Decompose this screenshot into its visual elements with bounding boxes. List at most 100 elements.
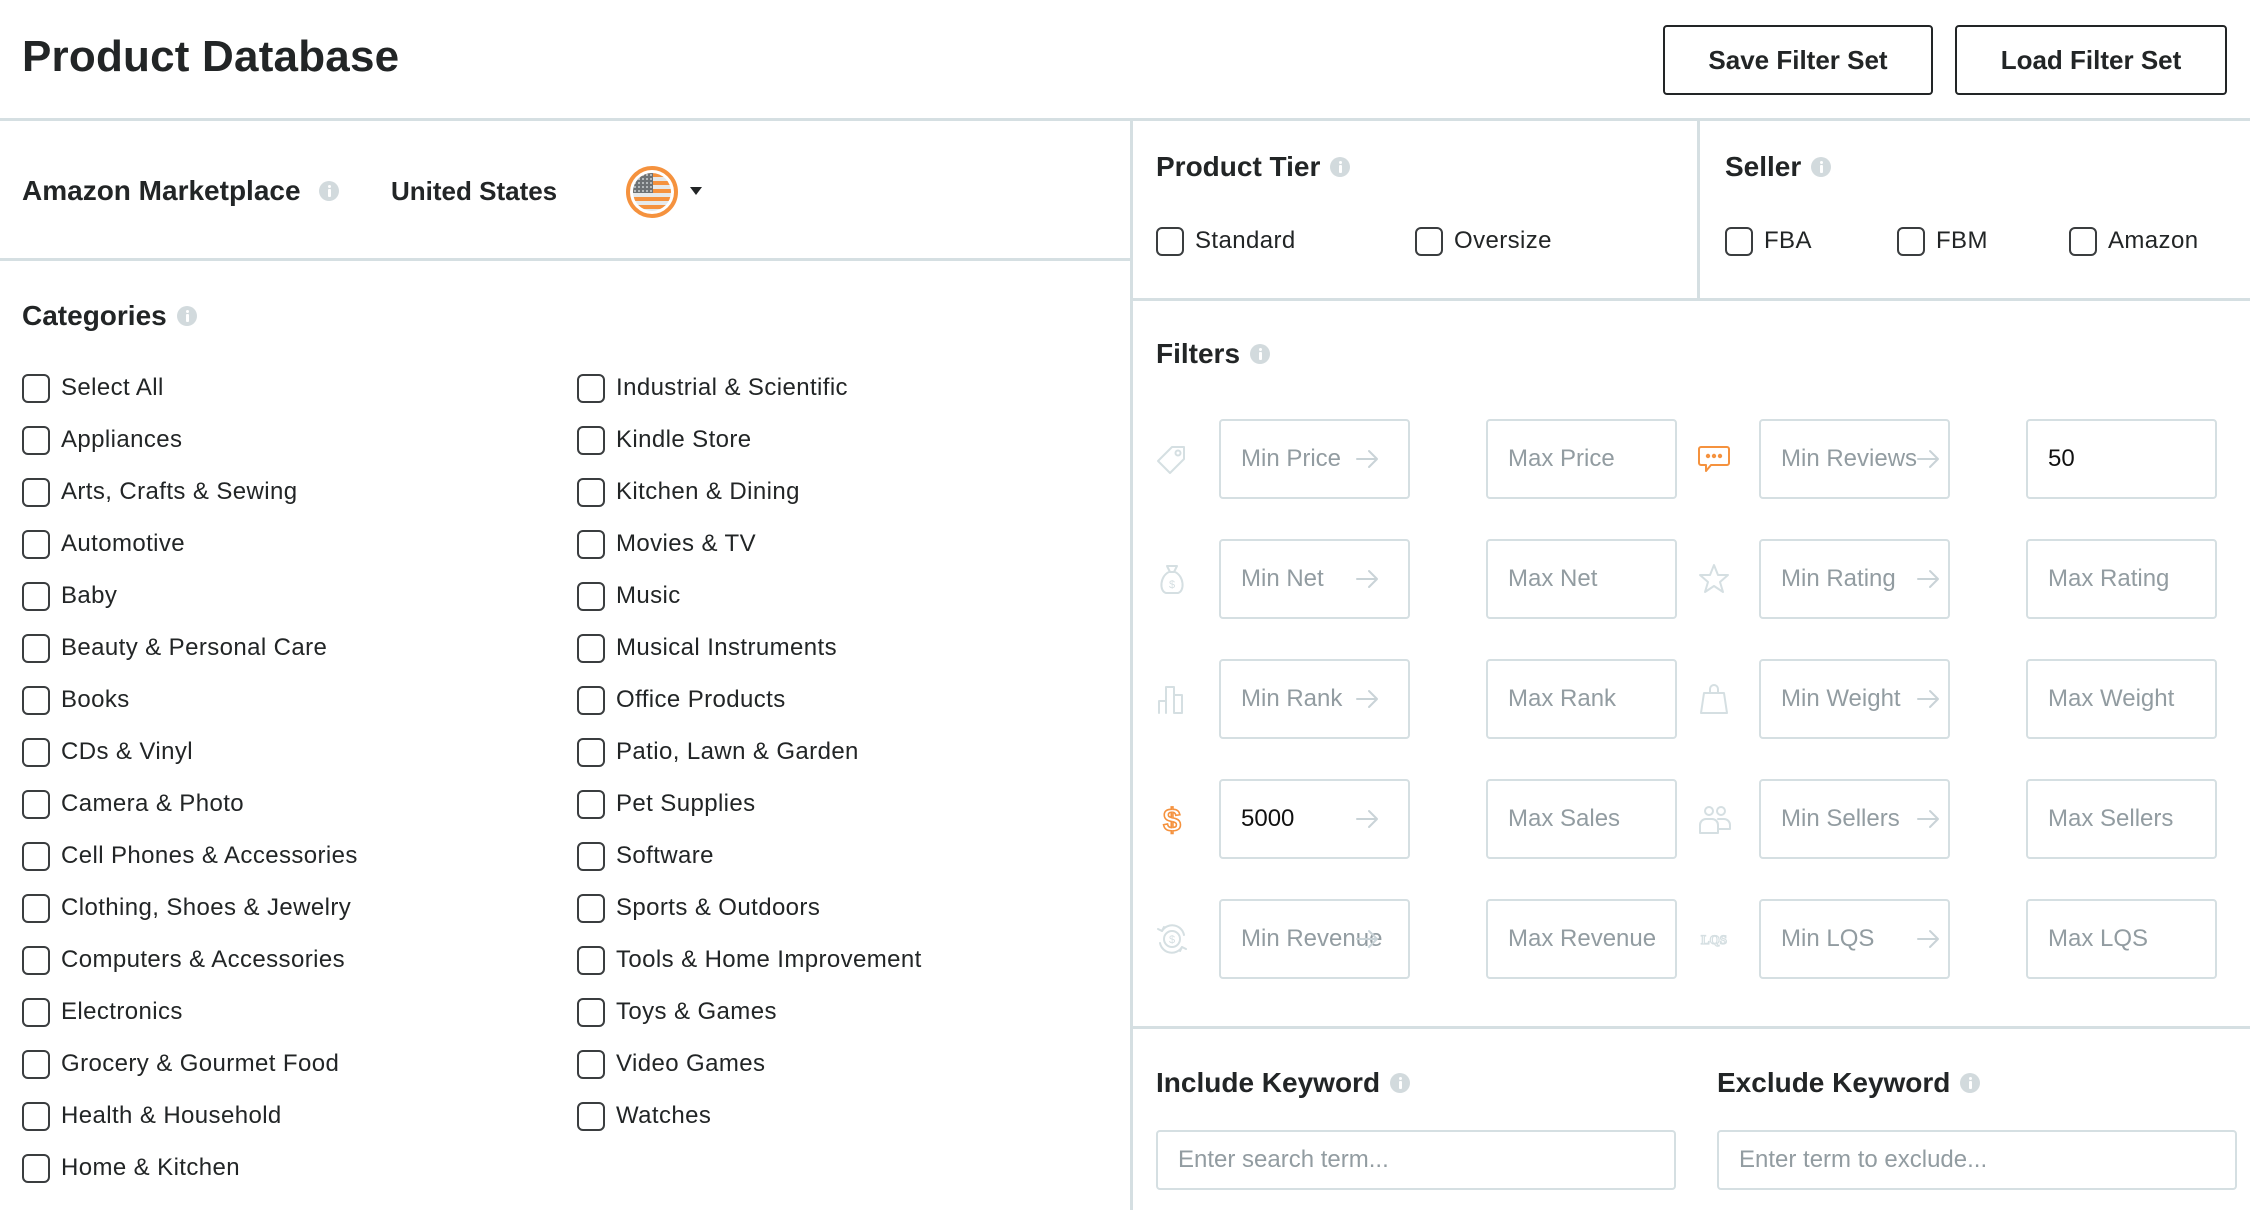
max-weight-input[interactable]	[2026, 659, 2217, 739]
checkbox[interactable]	[2069, 226, 2097, 256]
category-item-camera-photo[interactable]: Camera & Photo	[22, 778, 358, 830]
max-revenue-input[interactable]	[1486, 899, 1677, 979]
max-price-input[interactable]	[1486, 419, 1677, 499]
checkbox[interactable]	[577, 1049, 605, 1079]
category-item-office-products[interactable]: Office Products	[577, 674, 922, 726]
category-item-video-games[interactable]: Video Games	[577, 1038, 922, 1090]
checkbox[interactable]	[22, 1049, 50, 1079]
category-item-computers-accessories[interactable]: Computers & Accessories	[22, 934, 358, 986]
min-revenue-input[interactable]	[1219, 899, 1410, 979]
checkbox[interactable]	[577, 945, 605, 975]
checkbox[interactable]	[22, 841, 50, 871]
checkbox[interactable]	[22, 893, 50, 923]
info-icon[interactable]	[1330, 156, 1351, 177]
max-reviews-input[interactable]	[2026, 419, 2217, 499]
min-price-input[interactable]	[1219, 419, 1410, 499]
category-item-beauty-personal-care[interactable]: Beauty & Personal Care	[22, 622, 358, 674]
checkbox[interactable]	[22, 529, 50, 559]
checkbox[interactable]	[22, 1101, 50, 1131]
checkbox[interactable]	[577, 737, 605, 767]
info-icon[interactable]	[1811, 156, 1832, 177]
checkbox[interactable]	[577, 477, 605, 507]
checkbox[interactable]	[577, 373, 605, 403]
checkbox[interactable]	[577, 685, 605, 715]
checkbox[interactable]	[22, 581, 50, 611]
max-sales-input[interactable]	[1486, 779, 1677, 859]
checkbox[interactable]	[22, 373, 50, 403]
category-item-tools-home-improvement[interactable]: Tools & Home Improvement	[577, 934, 922, 986]
info-icon[interactable]	[1250, 343, 1271, 364]
category-item-automotive[interactable]: Automotive	[22, 518, 358, 570]
category-item-appliances[interactable]: Appliances	[22, 414, 358, 466]
marketplace-dropdown[interactable]	[624, 161, 704, 221]
max-net-input[interactable]	[1486, 539, 1677, 619]
min-sales-input[interactable]	[1219, 779, 1410, 859]
category-item-industrial-scientific[interactable]: Industrial & Scientific	[577, 362, 922, 414]
checkbox[interactable]	[577, 893, 605, 923]
checkbox[interactable]	[22, 425, 50, 455]
max-sellers-input[interactable]	[2026, 779, 2217, 859]
checkbox[interactable]	[22, 737, 50, 767]
checkbox[interactable]	[577, 841, 605, 871]
load-filter-set-button[interactable]: Load Filter Set	[1955, 25, 2227, 95]
info-icon[interactable]	[176, 305, 197, 326]
checkbox[interactable]	[577, 1101, 605, 1131]
category-item-movies-tv[interactable]: Movies & TV	[577, 518, 922, 570]
checkbox[interactable]	[22, 633, 50, 663]
category-label: Clothing, Shoes & Jewelry	[61, 894, 352, 921]
info-icon[interactable]	[1390, 1072, 1411, 1093]
seller-option-amazon[interactable]: Amazon	[2069, 215, 2198, 267]
info-icon[interactable]	[319, 181, 339, 201]
checkbox[interactable]	[577, 425, 605, 455]
checkbox[interactable]	[1156, 226, 1184, 256]
category-item-home-kitchen[interactable]: Home & Kitchen	[22, 1142, 358, 1194]
include-keyword-input[interactable]	[1156, 1130, 1676, 1190]
category-item-musical-instruments[interactable]: Musical Instruments	[577, 622, 922, 674]
tier-option-oversize[interactable]: Oversize	[1415, 215, 1552, 267]
category-item-health-household[interactable]: Health & Household	[22, 1090, 358, 1142]
checkbox[interactable]	[577, 997, 605, 1027]
min-rank-input[interactable]	[1219, 659, 1410, 739]
seller-option-fbm[interactable]: FBM	[1897, 215, 1988, 267]
category-item-kitchen-dining[interactable]: Kitchen & Dining	[577, 466, 922, 518]
checkbox[interactable]	[22, 1153, 50, 1183]
category-item-grocery-gourmet-food[interactable]: Grocery & Gourmet Food	[22, 1038, 358, 1090]
save-filter-set-button[interactable]: Save Filter Set	[1663, 25, 1933, 95]
category-item-books[interactable]: Books	[22, 674, 358, 726]
category-item-cds-vinyl[interactable]: CDs & Vinyl	[22, 726, 358, 778]
checkbox[interactable]	[577, 633, 605, 663]
exclude-keyword-input[interactable]	[1717, 1130, 2237, 1190]
checkbox[interactable]	[22, 997, 50, 1027]
checkbox[interactable]	[22, 945, 50, 975]
category-item-patio-lawn-garden[interactable]: Patio, Lawn & Garden	[577, 726, 922, 778]
checkbox[interactable]	[1415, 226, 1443, 256]
category-item-baby[interactable]: Baby	[22, 570, 358, 622]
category-item-toys-games[interactable]: Toys & Games	[577, 986, 922, 1038]
max-rank-input[interactable]	[1486, 659, 1677, 739]
checkbox[interactable]	[1725, 226, 1753, 256]
checkbox[interactable]	[22, 477, 50, 507]
checkbox[interactable]	[577, 581, 605, 611]
info-icon[interactable]	[1960, 1072, 1981, 1093]
category-item-pet-supplies[interactable]: Pet Supplies	[577, 778, 922, 830]
category-item-software[interactable]: Software	[577, 830, 922, 882]
checkbox[interactable]	[1897, 226, 1925, 256]
min-net-input[interactable]	[1219, 539, 1410, 619]
category-item-electronics[interactable]: Electronics	[22, 986, 358, 1038]
seller-option-fba[interactable]: FBA	[1725, 215, 1812, 267]
category-item-watches[interactable]: Watches	[577, 1090, 922, 1142]
category-item-sports-outdoors[interactable]: Sports & Outdoors	[577, 882, 922, 934]
checkbox[interactable]	[22, 789, 50, 819]
checkbox[interactable]	[577, 789, 605, 819]
category-item-select-all[interactable]: Select All	[22, 362, 358, 414]
max-lqs-input[interactable]	[2026, 899, 2217, 979]
category-item-music[interactable]: Music	[577, 570, 922, 622]
category-item-cell-phones-accessories[interactable]: Cell Phones & Accessories	[22, 830, 358, 882]
max-rating-input[interactable]	[2026, 539, 2217, 619]
checkbox[interactable]	[577, 529, 605, 559]
checkbox[interactable]	[22, 685, 50, 715]
tier-option-standard[interactable]: Standard	[1156, 215, 1296, 267]
category-item-clothing-shoes-jewelry[interactable]: Clothing, Shoes & Jewelry	[22, 882, 358, 934]
category-item-kindle-store[interactable]: Kindle Store	[577, 414, 922, 466]
category-item-arts-crafts-sewing[interactable]: Arts, Crafts & Sewing	[22, 466, 358, 518]
